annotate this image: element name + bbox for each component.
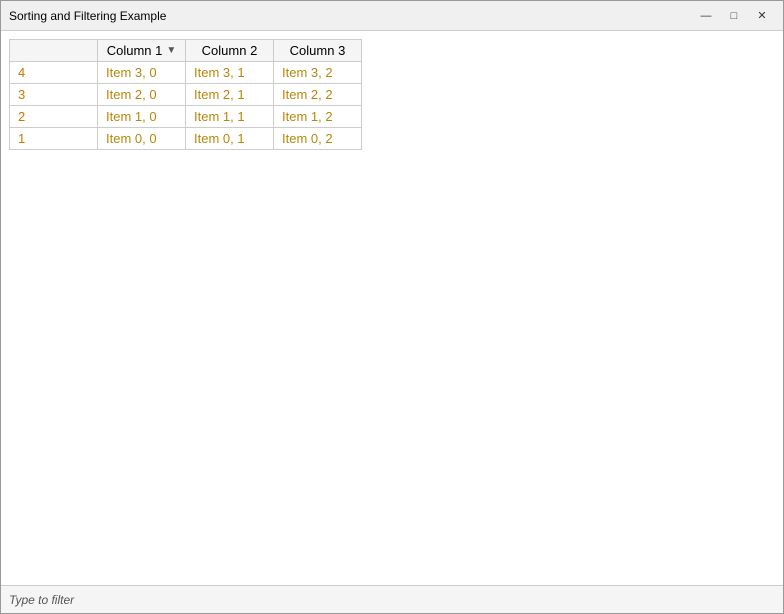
content-area: Column 1 ▼ Column 2 Column 3 4Item 3, 0I… bbox=[1, 31, 783, 585]
cell-col1: Item 0, 0 bbox=[98, 128, 186, 150]
table-row: 1Item 0, 0Item 0, 1Item 0, 2 bbox=[10, 128, 362, 150]
data-table: Column 1 ▼ Column 2 Column 3 4Item 3, 0I… bbox=[9, 39, 362, 150]
cell-col3: Item 2, 2 bbox=[274, 84, 362, 106]
status-bar: Type to filter bbox=[1, 585, 783, 613]
table-row: 4Item 3, 0Item 3, 1Item 3, 2 bbox=[10, 62, 362, 84]
cell-col2: Item 2, 1 bbox=[186, 84, 274, 106]
sort-icon: ▼ bbox=[166, 45, 176, 56]
header-num bbox=[10, 40, 98, 62]
row-number: 3 bbox=[10, 84, 98, 106]
title-buttons: — □ ✕ bbox=[693, 6, 775, 26]
row-number: 1 bbox=[10, 128, 98, 150]
cell-col2: Item 3, 1 bbox=[186, 62, 274, 84]
table-row: 3Item 2, 0Item 2, 1Item 2, 2 bbox=[10, 84, 362, 106]
cell-col1: Item 2, 0 bbox=[98, 84, 186, 106]
table-row: 2Item 1, 0Item 1, 1Item 1, 2 bbox=[10, 106, 362, 128]
app-window: Sorting and Filtering Example — □ ✕ Colu… bbox=[0, 0, 784, 614]
header-col2[interactable]: Column 2 bbox=[186, 40, 274, 62]
cell-col1: Item 3, 0 bbox=[98, 62, 186, 84]
cell-col2: Item 1, 1 bbox=[186, 106, 274, 128]
maximize-button[interactable]: □ bbox=[721, 6, 747, 26]
title-bar: Sorting and Filtering Example — □ ✕ bbox=[1, 1, 783, 31]
row-number: 4 bbox=[10, 62, 98, 84]
title-bar-left: Sorting and Filtering Example bbox=[9, 9, 166, 23]
minimize-button[interactable]: — bbox=[693, 6, 719, 26]
status-text: Type to filter bbox=[9, 593, 74, 607]
cell-col3: Item 1, 2 bbox=[274, 106, 362, 128]
cell-col2: Item 0, 1 bbox=[186, 128, 274, 150]
close-button[interactable]: ✕ bbox=[749, 6, 775, 26]
header-row: Column 1 ▼ Column 2 Column 3 bbox=[10, 40, 362, 62]
header-col1[interactable]: Column 1 ▼ bbox=[98, 40, 186, 62]
row-number: 2 bbox=[10, 106, 98, 128]
cell-col3: Item 0, 2 bbox=[274, 128, 362, 150]
header-col3[interactable]: Column 3 bbox=[274, 40, 362, 62]
cell-col3: Item 3, 2 bbox=[274, 62, 362, 84]
window-title: Sorting and Filtering Example bbox=[9, 9, 166, 23]
cell-col1: Item 1, 0 bbox=[98, 106, 186, 128]
